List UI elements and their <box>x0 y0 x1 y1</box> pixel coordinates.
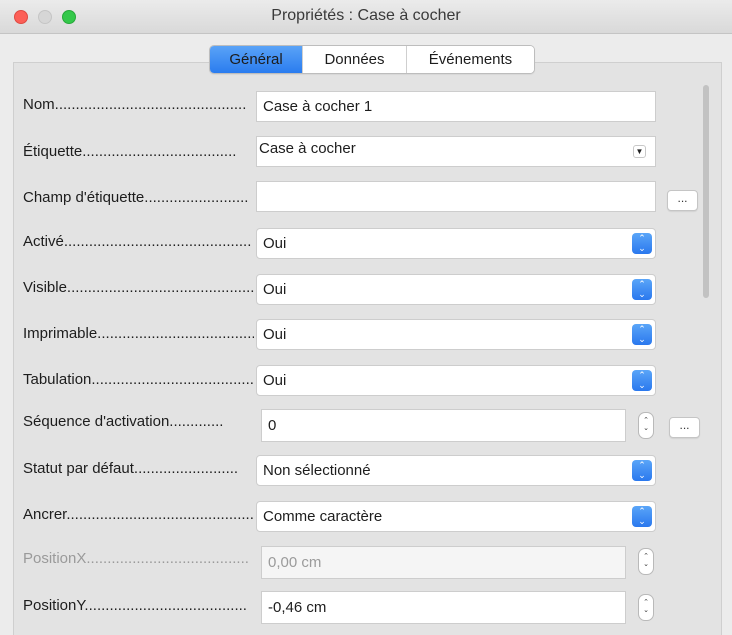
active-select[interactable]: Oui ⌃ ⌄ <box>256 228 656 259</box>
visible-value: Oui <box>263 281 287 298</box>
label-statut: Statut par défaut.......................… <box>23 460 239 477</box>
label-tabulation: Tabulation..............................… <box>23 371 254 388</box>
label-champ-etiquette: Champ d'étiquette.......................… <box>23 189 249 206</box>
tabulation-value: Oui <box>263 372 287 389</box>
window-title: Propriétés : Case à cocher <box>271 7 461 24</box>
up-down-chevron-icon: ⌃ ⌄ <box>632 370 652 391</box>
position-x-field: 0,00 cm <box>261 546 626 579</box>
statut-value: Non sélectionné <box>263 462 371 479</box>
tabulation-select[interactable]: Oui ⌃ ⌄ <box>256 365 656 396</box>
sequence-field[interactable]: 0 <box>261 409 626 442</box>
etiquette-value: Case à cocher <box>259 140 356 157</box>
tab-donnees[interactable]: Données <box>302 46 406 73</box>
title-bar[interactable]: Propriétés : Case à cocher <box>0 0 732 34</box>
label-etiquette: Étiquette...............................… <box>23 143 237 160</box>
champ-etiquette-field[interactable] <box>256 181 656 212</box>
visible-select[interactable]: Oui ⌃ ⌄ <box>256 274 656 305</box>
properties-panel: Nom.....................................… <box>13 62 722 635</box>
active-value: Oui <box>263 235 287 252</box>
ancrer-select[interactable]: Comme caractère ⌃ ⌄ <box>256 501 656 532</box>
vertical-scrollbar[interactable] <box>703 85 709 298</box>
ancrer-value: Comme caractère <box>263 508 383 525</box>
label-position-x: PositionX...............................… <box>23 550 249 567</box>
position-y-spin-button[interactable]: ⌃ ⌄ <box>638 594 654 621</box>
imprimable-select[interactable]: Oui ⌃ ⌄ <box>256 319 656 350</box>
up-down-chevron-icon: ⌃ ⌄ <box>632 233 652 254</box>
imprimable-value: Oui <box>263 326 287 343</box>
label-sequence: Séquence d'activation............. <box>23 413 224 430</box>
label-visible: Visible.................................… <box>23 279 254 296</box>
sequence-spin-button[interactable]: ⌃ ⌄ <box>638 412 654 439</box>
sequence-browse-button[interactable]: ... <box>669 417 700 438</box>
properties-window: Propriétés : Case à cocher Nom..........… <box>0 0 732 635</box>
nom-field[interactable]: Case à cocher 1 <box>256 91 656 122</box>
tab-bar: Général Données Événements <box>209 45 535 74</box>
tab-general[interactable]: Général <box>210 46 302 73</box>
label-imprimable: Imprimable..............................… <box>23 325 254 342</box>
champ-etiquette-browse-button[interactable]: ... <box>667 190 698 211</box>
statut-select[interactable]: Non sélectionné ⌃ ⌄ <box>256 455 656 486</box>
tab-evenements[interactable]: Événements <box>406 46 534 73</box>
up-down-chevron-icon: ⌃ ⌄ <box>632 324 652 345</box>
label-ancrer: Ancrer..................................… <box>23 506 254 523</box>
position-y-field[interactable]: -0,46 cm <box>261 591 626 624</box>
up-down-chevron-icon: ⌃ ⌄ <box>632 279 652 300</box>
label-nom: Nom.....................................… <box>23 96 247 113</box>
up-down-chevron-icon: ⌃ ⌄ <box>632 506 652 527</box>
label-active: Activé..................................… <box>23 233 252 250</box>
up-down-chevron-icon: ⌃ ⌄ <box>632 460 652 481</box>
position-x-spin-button[interactable]: ⌃ ⌄ <box>638 548 654 575</box>
triangle-down-icon[interactable]: ▼ <box>633 145 646 158</box>
label-position-y: PositionY...............................… <box>23 597 247 614</box>
etiquette-combobox[interactable]: Case à cocher ▼ <box>256 136 656 167</box>
